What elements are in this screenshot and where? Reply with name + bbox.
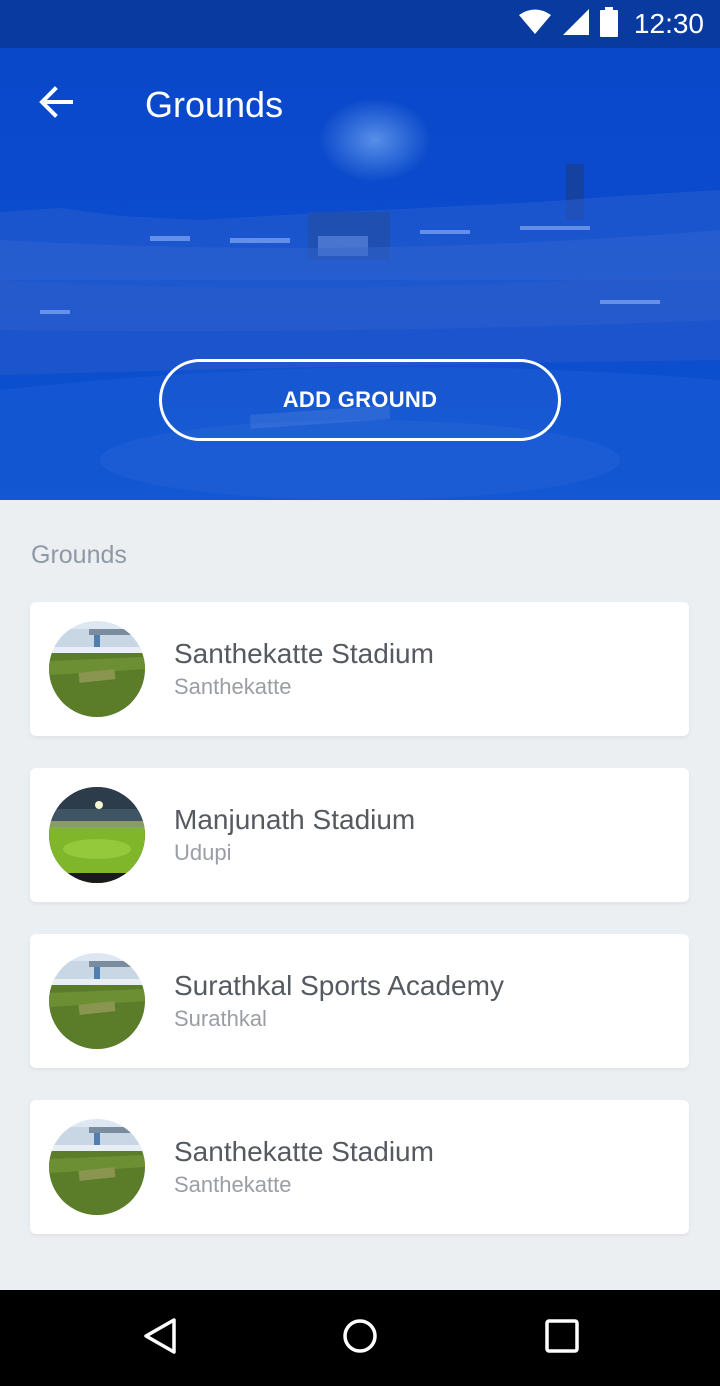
app-bar: Grounds bbox=[0, 48, 720, 160]
ground-name: Surathkal Sports Academy bbox=[174, 970, 504, 1001]
recents-square-icon bbox=[544, 1318, 580, 1359]
section-heading: Grounds bbox=[31, 541, 127, 569]
arrow-left-icon bbox=[39, 85, 73, 123]
stadium-background-image bbox=[0, 164, 720, 500]
grounds-screen: 12:30 Grounds ADD GROUND Grounds Santhek… bbox=[0, 0, 720, 1386]
add-ground-button[interactable]: ADD GROUND bbox=[159, 359, 561, 441]
home-circle-icon bbox=[341, 1317, 379, 1360]
ground-location: Santhekatte bbox=[174, 1172, 292, 1197]
page-title: Grounds bbox=[145, 84, 284, 125]
ground-card[interactable]: Santhekatte Stadium Santhekatte bbox=[30, 602, 689, 736]
ground-thumbnail bbox=[49, 787, 145, 883]
ground-thumbnail bbox=[49, 953, 145, 1049]
signal-icon bbox=[562, 8, 590, 41]
ground-name: Manjunath Stadium bbox=[174, 804, 416, 835]
nav-back-button[interactable] bbox=[134, 1312, 186, 1364]
ground-thumbnail bbox=[49, 621, 145, 717]
battery-icon bbox=[599, 6, 618, 42]
ground-location: Udupi bbox=[174, 840, 232, 865]
ground-name: Santhekatte Stadium bbox=[174, 1136, 434, 1167]
ground-name: Santhekatte Stadium bbox=[174, 638, 434, 669]
nav-recents-button[interactable] bbox=[536, 1312, 588, 1364]
hero-header: 12:30 Grounds ADD GROUND bbox=[0, 0, 720, 500]
ground-location: Santhekatte bbox=[174, 674, 292, 699]
ground-thumbnail bbox=[49, 1119, 145, 1215]
grounds-list: Santhekatte Stadium Santhekatte Manjunat… bbox=[30, 602, 689, 1266]
nav-home-button[interactable] bbox=[334, 1312, 386, 1364]
ground-location: Surathkal bbox=[174, 1006, 267, 1031]
back-triangle-icon bbox=[142, 1317, 178, 1360]
back-button[interactable] bbox=[26, 74, 86, 134]
ground-card[interactable]: Santhekatte Stadium Santhekatte bbox=[30, 1100, 689, 1234]
status-time: 12:30 bbox=[633, 8, 704, 39]
ground-card[interactable]: Manjunath Stadium Udupi bbox=[30, 768, 689, 902]
system-nav-bar bbox=[0, 1290, 720, 1386]
wifi-icon bbox=[518, 9, 552, 40]
ground-card[interactable]: Surathkal Sports Academy Surathkal bbox=[30, 934, 689, 1068]
status-bar: 12:30 bbox=[0, 0, 720, 48]
